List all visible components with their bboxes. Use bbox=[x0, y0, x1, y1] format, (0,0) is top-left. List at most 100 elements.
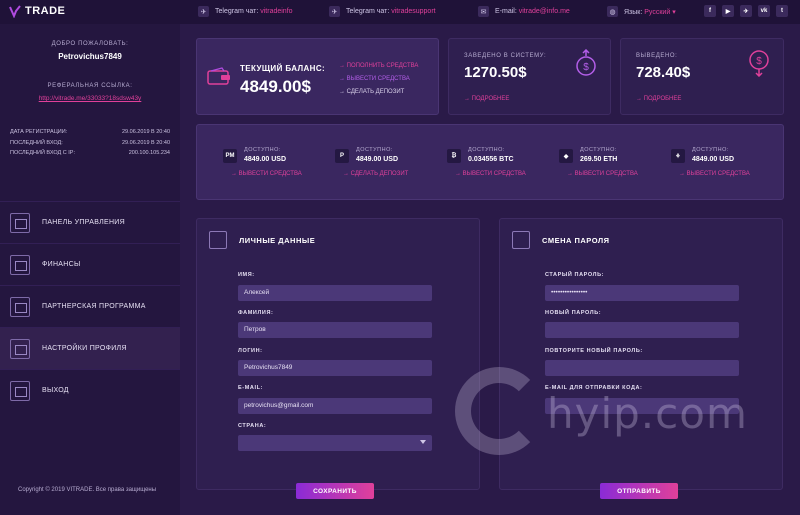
telegram-icon: ✈ bbox=[329, 6, 340, 17]
logo[interactable]: TRADE bbox=[8, 4, 65, 18]
currency-value: 4849.00 USD bbox=[356, 156, 399, 163]
chevron-down-icon bbox=[420, 440, 426, 444]
svg-text:$: $ bbox=[583, 62, 589, 73]
code-email-field[interactable] bbox=[545, 398, 739, 414]
currency-value: 269.50 ETH bbox=[580, 156, 618, 163]
wallet-icon bbox=[207, 67, 230, 85]
deposited-value: 1270.50$ bbox=[464, 64, 527, 81]
referral-title: РЕФЕРАЛЬНАЯ ССЫЛКА: bbox=[47, 83, 133, 89]
ethereum-icon: ◆ bbox=[559, 149, 573, 163]
name-field[interactable]: Алексей bbox=[238, 285, 432, 301]
new-password-label: НОВЫЙ ПАРОЛЬ: bbox=[545, 310, 602, 316]
telegram-support-link[interactable]: vitradesupport bbox=[391, 8, 435, 15]
balance-card: ТЕКУЩИЙ БАЛАНС: 4849.00$ → ПОПОЛНИТЬ СРЕ… bbox=[196, 38, 439, 115]
vk-icon[interactable]: vk bbox=[758, 5, 770, 17]
bitcoin-icon: ₿ bbox=[447, 149, 461, 163]
sidebar-item-finance[interactable]: ФИНАНСЫ bbox=[0, 243, 180, 285]
telegram-info[interactable]: ✈ Telegram чат: vitradeinfo bbox=[198, 6, 293, 17]
surname-field[interactable]: Петров bbox=[238, 322, 432, 338]
login-field[interactable]: Petrovichus7849 bbox=[238, 360, 432, 376]
logo-mark-icon bbox=[9, 5, 21, 18]
email-field[interactable]: petrovichus@gmail.com bbox=[238, 398, 432, 414]
advcash-icon: ⚘ bbox=[671, 149, 685, 163]
deposit-link[interactable]: → СДЕЛАТЬ ДЕПОЗИТ bbox=[339, 89, 418, 102]
send-button[interactable]: ОТПРАВИТЬ bbox=[600, 483, 678, 499]
money-in-icon: $ bbox=[576, 49, 596, 76]
email-contact[interactable]: ✉ E-mail: vitrade@info.me bbox=[478, 6, 570, 17]
telegram-social-icon[interactable]: ✈ bbox=[740, 5, 752, 17]
language-value: Русский bbox=[644, 8, 671, 16]
change-password-form: СМЕНА ПАРОЛЯ СТАРЫЙ ПАРОЛЬ: ••••••••••••… bbox=[499, 218, 783, 499]
telegram-icon: ✈ bbox=[198, 6, 209, 17]
telegram-support[interactable]: ✈ Telegram чат: vitradesupport bbox=[329, 6, 436, 17]
sidebar-item-partners[interactable]: ПАРТНЕРСКАЯ ПРОГРАММА bbox=[0, 285, 180, 327]
sidebar-item-label: НАСТРОЙКИ ПРОФИЛЯ bbox=[42, 345, 127, 352]
balance-actions: → ПОПОЛНИТЬ СРЕДСТВА → ВЫВЕСТИ СРЕДСТВА … bbox=[339, 63, 418, 102]
email-contact-link[interactable]: vitrade@info.me bbox=[519, 8, 570, 15]
stat-value: 29.06.2019 В 20:40 bbox=[121, 139, 170, 146]
currency-action-link[interactable]: → ВЫВЕСТИ СРЕДСТВА bbox=[455, 171, 526, 177]
finance-icon bbox=[10, 254, 30, 275]
repeat-password-label: ПОВТОРИТЕ НОВЫЙ ПАРОЛЬ: bbox=[545, 348, 643, 354]
language-select[interactable]: ◍ Язык: Русский ▾ bbox=[607, 6, 676, 17]
currency-action-link[interactable]: → ВЫВЕСТИ СРЕДСТВА bbox=[679, 171, 750, 177]
currency-label: ДОСТУПНО: bbox=[580, 147, 617, 153]
save-button[interactable]: СОХРАНИТЬ bbox=[296, 483, 374, 499]
username: Petrovichus7849 bbox=[58, 52, 122, 61]
svg-text:$: $ bbox=[756, 56, 762, 67]
balance-label: ТЕКУЩИЙ БАЛАНС: bbox=[240, 64, 326, 73]
old-password-field[interactable]: •••••••••••••••• bbox=[545, 285, 739, 301]
sidebar-item-dashboard[interactable]: ПАНЕЛЬ УПРАВЛЕНИЯ bbox=[0, 201, 180, 243]
logo-text: TRADE bbox=[25, 5, 66, 17]
new-password-field[interactable] bbox=[545, 322, 739, 338]
twitter-icon[interactable]: t bbox=[776, 5, 788, 17]
withdraw-link[interactable]: → ВЫВЕСТИ СРЕДСТВА bbox=[339, 76, 418, 89]
sidebar: ДОБРО ПОЖАЛОВАТЬ: Petrovichus7849 РЕФЕРА… bbox=[0, 24, 180, 515]
withdrawn-card: ВЫВЕДЕНО: 728.40$ → ПОДРОБНЕЕ $ bbox=[620, 38, 784, 115]
topup-link[interactable]: → ПОПОЛНИТЬ СРЕДСТВА bbox=[339, 63, 418, 76]
top-bar: TRADE ✈ Telegram чат: vitradeinfo ✈ Tele… bbox=[0, 0, 800, 24]
stat-label: ПОСЛЕДНИЙ ВХОД: bbox=[10, 139, 63, 146]
currency-value: 4849.00 USD bbox=[692, 156, 735, 163]
surname-label: ФАМИЛИЯ: bbox=[238, 310, 274, 316]
deposited-more-link[interactable]: → ПОДРОБНЕЕ bbox=[464, 96, 509, 102]
change-password-header: СМЕНА ПАРОЛЯ bbox=[512, 231, 610, 249]
sidebar-menu: ПАНЕЛЬ УПРАВЛЕНИЯ ФИНАНСЫ ПАРТНЕРСКАЯ ПР… bbox=[0, 201, 180, 411]
stat-label: ПОСЛЕДНИЙ ВХОД С IP: bbox=[10, 150, 75, 156]
currency-label: ДОСТУПНО: bbox=[468, 147, 505, 153]
change-password-title: СМЕНА ПАРОЛЯ bbox=[542, 235, 610, 245]
telegram-info-label: Telegram чат: bbox=[215, 8, 259, 15]
sidebar-item-label: ПАРТНЕРСКАЯ ПРОГРАММА bbox=[42, 303, 146, 310]
currency-action-link[interactable]: → ВЫВЕСТИ СРЕДСТВА bbox=[567, 171, 638, 177]
copyright: Copyright © 2019 VITRADE. Все права защи… bbox=[18, 487, 157, 493]
country-select[interactable] bbox=[238, 435, 432, 451]
sidebar-item-logout[interactable]: ВЫХОД bbox=[0, 369, 180, 411]
currency-action-link[interactable]: → СДЕЛАТЬ ДЕПОЗИТ bbox=[343, 171, 408, 177]
currency-label: ДОСТУПНО: bbox=[356, 147, 393, 153]
stat-label: ДАТА РЕГИСТРАЦИИ: bbox=[10, 129, 68, 135]
telegram-support-label: Telegram чат: bbox=[346, 8, 390, 15]
referral-link[interactable]: http://vitrade.me/33033?18sdsw43y bbox=[0, 95, 180, 102]
stat-value: 200.100.105.234 bbox=[128, 150, 170, 156]
name-label: ИМЯ: bbox=[238, 272, 255, 278]
withdrawn-more-link[interactable]: → ПОДРОБНЕЕ bbox=[636, 96, 681, 102]
stat-row: ПОСЛЕДНИЙ ВХОД С IP: 200.100.105.234 bbox=[10, 150, 170, 161]
social-links: f ▶ ✈ vk t bbox=[704, 5, 788, 17]
stat-row: ПОСЛЕДНИЙ ВХОД: 29.06.2019 В 20:40 bbox=[10, 140, 170, 151]
currency-action-link[interactable]: → ВЫВЕСТИ СРЕДСТВА bbox=[231, 171, 302, 177]
youtube-icon[interactable]: ▶ bbox=[722, 5, 734, 17]
withdrawn-value: 728.40$ bbox=[636, 64, 691, 81]
stat-value: 29.06.2019 В 20:40 bbox=[121, 129, 170, 135]
country-label: СТРАНА: bbox=[238, 423, 267, 429]
sidebar-item-label: ВЫХОД bbox=[42, 387, 69, 394]
telegram-info-link[interactable]: vitradeinfo bbox=[260, 8, 292, 15]
personal-data-title: ЛИЧНЫЕ ДАННЫЕ bbox=[239, 235, 316, 245]
currency-value: 0.034556 BTC bbox=[468, 156, 514, 163]
repeat-password-field[interactable] bbox=[545, 360, 739, 376]
id-card-icon bbox=[209, 231, 227, 249]
dashboard-icon bbox=[10, 212, 30, 233]
facebook-icon[interactable]: f bbox=[704, 5, 716, 17]
currency-value: 4849.00 USD bbox=[244, 156, 287, 163]
sidebar-item-profile-settings[interactable]: НАСТРОЙКИ ПРОФИЛЯ bbox=[0, 327, 180, 369]
lock-icon bbox=[512, 231, 530, 249]
